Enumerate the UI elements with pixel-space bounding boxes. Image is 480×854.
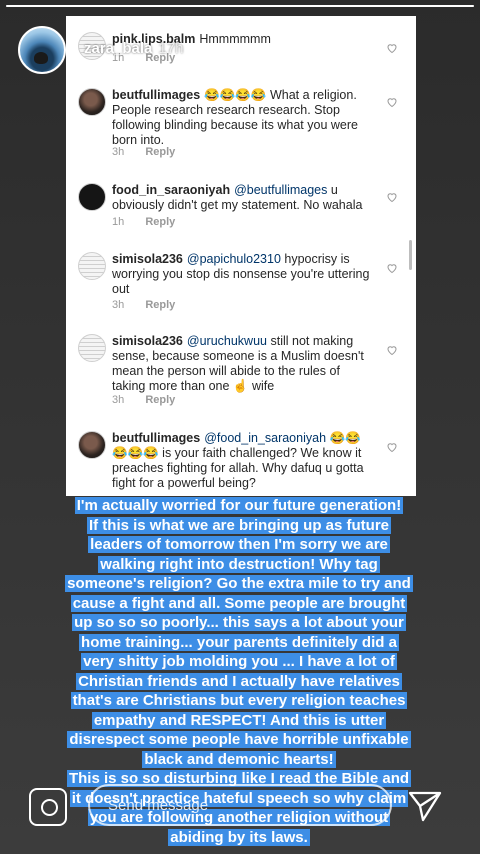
comment-text: beutfullimages 😂😂😂😂 What a religion. Peop…	[112, 88, 374, 148]
comment-text: simisola236 @papichulo2310 hypocrisy is w…	[112, 252, 374, 297]
overlay-text-line: empathy and RESPECT! And this is utter	[56, 711, 422, 731]
comment-username: simisola236	[112, 334, 183, 348]
commenter-avatar	[78, 252, 106, 280]
heart-icon	[387, 193, 397, 203]
overlay-text-line: up so so so poorly... this says a lot ab…	[56, 613, 422, 633]
comment-meta: 3h Reply	[112, 394, 193, 406]
heart-icon	[387, 264, 397, 274]
comment-username: beutfullimages	[112, 431, 201, 445]
overlay-text: someone's religion? Go the extra mile to…	[65, 575, 413, 592]
comment-text: food_in_saraoniyah @beutfullimages u obvi…	[112, 183, 374, 213]
overlay-text: home training... your parents definitely…	[79, 633, 399, 651]
comment-username: simisola236	[112, 252, 183, 266]
overlay-text-line: very shitty job molding you ... I have a…	[56, 652, 422, 672]
overlay-text: I'm actually worried for our future gene…	[74, 497, 404, 514]
overlay-text: black and demonic hearts!	[142, 750, 336, 768]
overlay-text: cause a fight and all. Some people are b…	[70, 594, 408, 612]
overlay-text: that's are Christians but every religion…	[70, 692, 408, 709]
comment-meta: 3h Reply	[112, 299, 193, 311]
comments-scroll-indicator	[409, 240, 412, 270]
overlay-text: If this is what we are bringing up as fu…	[86, 516, 392, 534]
story-username[interactable]: zara_bala 17h	[84, 40, 183, 57]
profile-avatar[interactable]	[18, 26, 66, 74]
overlay-text-line: cause a fight and all. Some people are b…	[56, 594, 422, 614]
comment-reply: Reply	[145, 299, 176, 311]
commenter-avatar	[78, 431, 106, 459]
comment-meta: 3h Reply	[112, 146, 193, 158]
comment-mention: @beutfullimages	[234, 183, 328, 197]
overlay-text-line: disrespect some people have horrible unf…	[56, 730, 422, 750]
comment-time: 3h	[112, 146, 125, 158]
comment-content: Hmmmmmm	[199, 32, 271, 46]
story-time-ago: 17h	[158, 40, 184, 57]
comment-username: beutfullimages	[112, 88, 201, 102]
comment-meta: 1h Reply	[112, 216, 193, 228]
overlay-text: up so so so poorly... this says a lot ab…	[72, 614, 406, 631]
commenter-avatar	[78, 183, 106, 211]
send-message-input[interactable]	[88, 784, 392, 826]
overlay-text-line: home training... your parents definitely…	[56, 633, 422, 653]
story-viewer: pink.lips.balm Hmmmmmm 1h Reply beutfulli…	[0, 0, 480, 854]
comments-screenshot: pink.lips.balm Hmmmmmm 1h Reply beutfulli…	[66, 16, 416, 496]
comment-time: 3h	[112, 299, 125, 311]
overlay-text-line: that's are Christians but every religion…	[56, 691, 422, 711]
heart-icon	[387, 98, 397, 108]
overlay-text: leaders of tomorrow then I'm sorry we ar…	[88, 536, 390, 553]
comment-mention: @uruchukwuu	[186, 334, 267, 348]
comment-reply: Reply	[145, 216, 176, 228]
overlay-text-line: walking right into destruction! Why tag	[56, 555, 422, 575]
heart-icon	[387, 346, 397, 356]
overlay-text-line: If this is what we are bringing up as fu…	[56, 516, 422, 536]
overlay-text: abiding by its laws.	[168, 828, 310, 846]
commenter-avatar	[78, 88, 106, 116]
commenter-avatar	[78, 334, 106, 362]
comment-time: 1h	[112, 216, 125, 228]
overlay-text-line: Christian friends and I actually have re…	[56, 672, 422, 692]
story-progress-bar	[6, 5, 474, 7]
comment-text: beutfullimages @food_in_saraoniyah 😂😂😂😂😂 …	[112, 431, 374, 491]
comment-mention: @papichulo2310	[186, 252, 281, 266]
overlay-text-line: someone's religion? Go the extra mile to…	[56, 574, 422, 594]
overlay-text: Christian friends and I actually have re…	[76, 672, 402, 690]
overlay-text: disrespect some people have horrible unf…	[67, 731, 411, 748]
overlay-text-line: I'm actually worried for our future gene…	[56, 496, 422, 516]
comment-text: simisola236 @uruchukwuu still not making …	[112, 334, 374, 394]
comment-time: 3h	[112, 394, 125, 406]
overlay-text: very shitty job molding you ... I have a…	[81, 653, 397, 670]
heart-icon	[387, 44, 397, 54]
comment-reply: Reply	[145, 146, 176, 158]
camera-icon[interactable]	[29, 788, 67, 826]
comment-reply: Reply	[145, 394, 176, 406]
overlay-text: walking right into destruction! Why tag	[98, 555, 380, 573]
comment-mention: @food_in_saraoniyah	[204, 431, 327, 445]
overlay-text-line: black and demonic hearts!	[56, 750, 422, 770]
overlay-text: empathy and RESPECT! And this is utter	[91, 711, 387, 729]
story-progress-fill	[6, 5, 474, 7]
heart-icon	[387, 443, 397, 453]
overlay-text-line: leaders of tomorrow then I'm sorry we ar…	[56, 535, 422, 555]
overlay-text-line: abiding by its laws.	[56, 828, 422, 848]
username-text: zara_bala	[84, 40, 153, 57]
comment-username: food_in_saraoniyah	[112, 183, 231, 197]
paper-plane-icon[interactable]	[408, 790, 442, 822]
